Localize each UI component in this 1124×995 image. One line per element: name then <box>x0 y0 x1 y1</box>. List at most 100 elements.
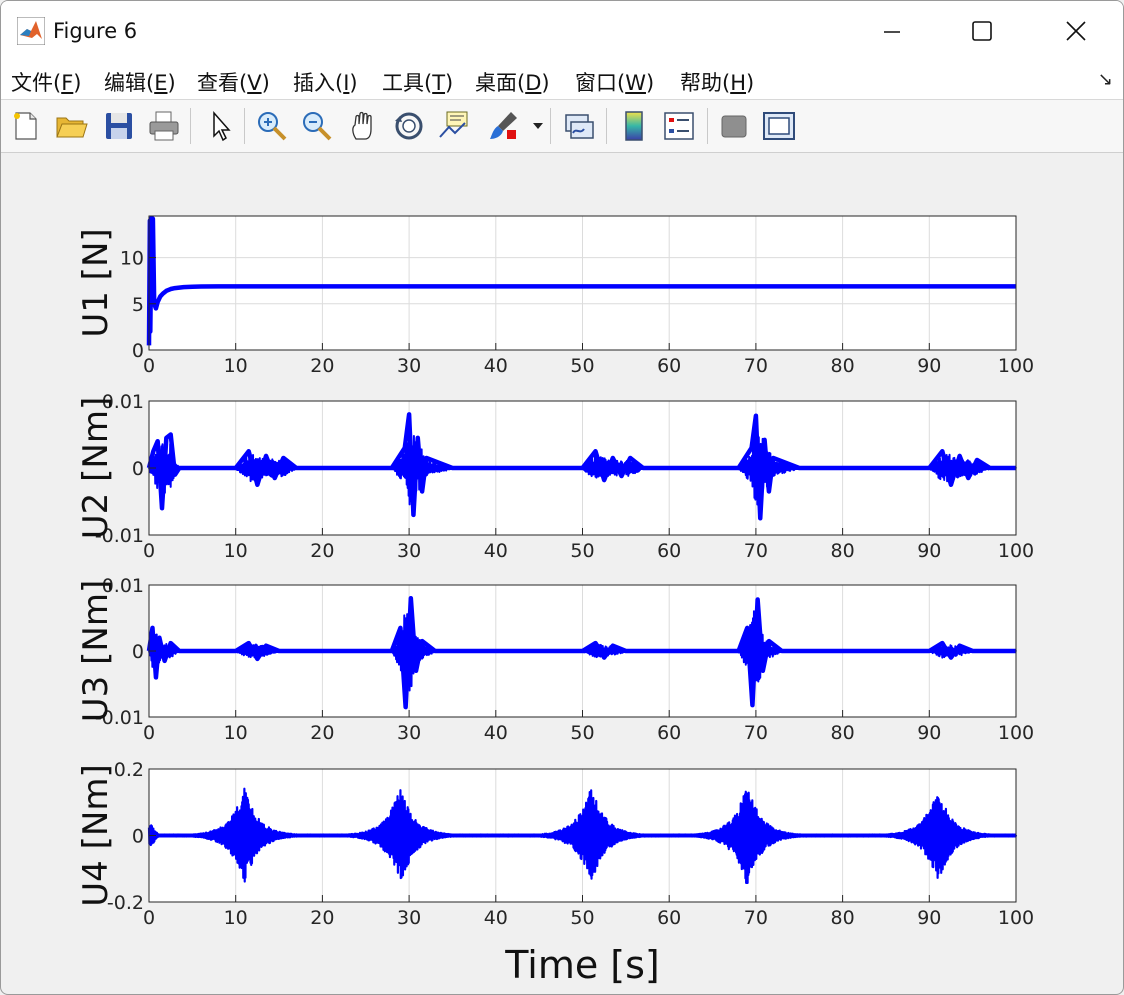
x-tick-label: 0 <box>143 355 155 377</box>
toolbar-separator <box>707 108 708 144</box>
zoom-out-icon[interactable] <box>300 109 334 143</box>
x-tick-label: 80 <box>831 907 855 929</box>
x-tick-label: 0 <box>143 540 155 562</box>
maximize-button[interactable] <box>959 11 1005 51</box>
x-tick-label: 30 <box>397 540 421 562</box>
print-icon[interactable] <box>147 109 181 143</box>
save-icon[interactable] <box>102 109 136 143</box>
x-tick-label: 70 <box>744 540 768 562</box>
x-tick-label: 90 <box>917 540 941 562</box>
data-cursor-icon[interactable] <box>437 109 471 143</box>
x-tick-label: 20 <box>310 722 334 744</box>
x-tick-label: 60 <box>657 355 681 377</box>
x-tick-label: 40 <box>484 355 508 377</box>
x-axis-label: Time [s] <box>504 943 660 987</box>
x-tick-label: 0 <box>143 722 155 744</box>
menu-tools[interactable]: 工具(T) <box>382 67 453 97</box>
y-axis-label: U1 [N] <box>76 228 116 337</box>
legend-icon[interactable] <box>662 109 696 143</box>
y-axis-label: U2 [Nm] <box>76 397 116 539</box>
x-tick-label: 10 <box>224 907 248 929</box>
show-plot-tools-icon[interactable] <box>762 109 796 143</box>
x-tick-label: 90 <box>917 722 941 744</box>
y-tick-label: 5 <box>132 294 144 316</box>
new-figure-icon[interactable] <box>9 109 43 143</box>
menu-file[interactable]: 文件(F) <box>11 67 82 97</box>
y-tick-label: 0 <box>132 641 144 663</box>
menu-desktop[interactable]: 桌面(D) <box>475 67 550 97</box>
open-icon[interactable] <box>54 109 88 143</box>
figure-window: Figure 6 文件(F) 编辑(E) 查看(V) 插入(I) 工具(T) 桌… <box>0 0 1124 995</box>
x-tick-label: 40 <box>484 722 508 744</box>
x-tick-label: 20 <box>310 540 334 562</box>
minimize-button[interactable] <box>869 11 915 51</box>
subplot-4: 0 10 20 30 40 50 60 70 80 90 100-0.200.2U4 [Nm]Tim… <box>76 759 1034 987</box>
x-tick-label: 70 <box>744 907 768 929</box>
menu-view[interactable]: 查看(V) <box>197 67 270 97</box>
hide-plot-tools-icon[interactable] <box>717 109 751 143</box>
x-tick-label: 10 <box>224 722 248 744</box>
x-tick-label: 80 <box>831 540 855 562</box>
close-icon <box>1066 21 1086 41</box>
x-tick-label: 20 <box>310 907 334 929</box>
menu-dock-arrow-icon[interactable]: ↘ <box>1098 69 1113 90</box>
plot-area: 0 10 20 30 40 50 60 70 80 90 100 0 5 10 U1 [N] 0 10 20 30 4… <box>1 153 1123 993</box>
x-tick-label: 50 <box>570 355 594 377</box>
y-axis-label: U4 [Nm] <box>76 764 116 906</box>
toolbar-separator <box>606 108 607 144</box>
y-tick-label: 0 <box>132 826 144 848</box>
x-tick-label: 30 <box>397 722 421 744</box>
x-tick-label: 20 <box>310 355 334 377</box>
close-button[interactable] <box>1053 11 1099 51</box>
x-tick-label: 90 <box>917 907 941 929</box>
subplots: 0 10 20 30 40 50 60 70 80 90 1000510U1 [N]0 10 20 30 4… <box>76 215 1034 987</box>
y-tick-label: 0.2 <box>114 759 144 781</box>
x-tick-label: 30 <box>397 907 421 929</box>
y-tick-label: 0 <box>132 340 144 362</box>
x-tick-label: 100 <box>998 355 1034 377</box>
y-tick-label: 10 <box>120 248 144 270</box>
x-tick-label: 60 <box>657 722 681 744</box>
maximize-icon <box>972 21 992 41</box>
x-tick-label: 10 <box>224 355 248 377</box>
colorbar-icon[interactable] <box>617 109 651 143</box>
y-axis-label: U3 [Nm] <box>76 580 116 722</box>
figure-toolbar <box>1 100 1123 153</box>
brush-icon[interactable] <box>487 109 521 143</box>
matlab-logo-icon <box>17 17 45 45</box>
minimize-icon <box>884 31 900 33</box>
menu-bar: 文件(F) 编辑(E) 查看(V) 插入(I) 工具(T) 桌面(D) 窗口(W… <box>1 61 1123 100</box>
menu-window[interactable]: 窗口(W) <box>575 67 654 97</box>
x-tick-label: 40 <box>484 540 508 562</box>
toolbar-separator <box>550 108 551 144</box>
subplot-3: 0 10 20 30 40 50 60 70 80 90 100-0.0100.01U3 [Nm] <box>76 575 1034 744</box>
x-tick-label: 90 <box>917 355 941 377</box>
x-tick-label: 30 <box>397 355 421 377</box>
x-tick-label: 70 <box>744 355 768 377</box>
x-tick-label: 100 <box>998 722 1034 744</box>
zoom-in-icon[interactable] <box>255 109 289 143</box>
x-tick-label: 100 <box>998 540 1034 562</box>
x-tick-label: 50 <box>570 722 594 744</box>
x-tick-label: 100 <box>998 907 1034 929</box>
window-title: Figure 6 <box>53 19 138 43</box>
pan-icon[interactable] <box>347 109 381 143</box>
brush-dropdown-icon[interactable] <box>531 109 545 143</box>
subplot-1: 0 10 20 30 40 50 60 70 80 90 1000510U1 [N] <box>76 215 1034 377</box>
x-tick-label: 40 <box>484 907 508 929</box>
link-plot-icon[interactable] <box>562 109 596 143</box>
title-bar: Figure 6 <box>1 1 1123 61</box>
x-tick-label: 80 <box>831 355 855 377</box>
x-tick-label: 80 <box>831 722 855 744</box>
subplot-2: 0 10 20 30 40 50 60 70 80 90 100-0.0100.01U2 [Nm] <box>76 391 1034 562</box>
menu-insert[interactable]: 插入(I) <box>293 67 358 97</box>
x-tick-label: 60 <box>657 540 681 562</box>
x-tick-label: 70 <box>744 722 768 744</box>
x-tick-label: 50 <box>570 540 594 562</box>
pointer-icon[interactable] <box>204 109 238 143</box>
menu-help[interactable]: 帮助(H) <box>680 67 754 97</box>
toolbar-separator <box>190 108 191 144</box>
x-tick-label: 0 <box>143 907 155 929</box>
rotate-icon[interactable] <box>392 109 426 143</box>
menu-edit[interactable]: 编辑(E) <box>104 67 176 97</box>
